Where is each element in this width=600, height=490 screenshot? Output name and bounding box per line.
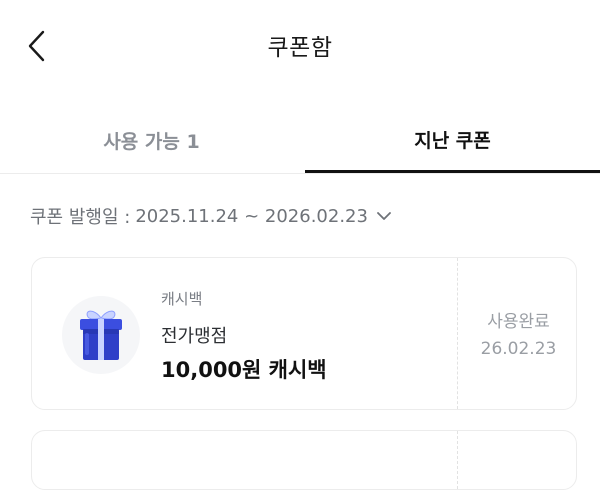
filter-label: 쿠폰 발행일 : bbox=[30, 207, 131, 228]
page-title: 쿠폰함 bbox=[267, 35, 333, 61]
tab-past-coupons[interactable]: 지난 쿠폰 bbox=[305, 108, 600, 173]
issue-date-filter[interactable]: 쿠폰 발행일 : 2025.11.24 ~ 2026.02.23 bbox=[30, 203, 392, 229]
coupon-status: 사용완료 bbox=[487, 312, 550, 332]
coupon-store: 전가맹점 bbox=[161, 326, 228, 347]
tab-available[interactable]: 사용 가능 1 bbox=[0, 108, 303, 173]
coupon-amount: 10,000원 캐시백 bbox=[161, 358, 327, 382]
filter-date-range: 2025.11.24 ~ 2026.02.23 bbox=[135, 205, 368, 227]
coupon-used-date: 26.02.23 bbox=[480, 339, 557, 359]
coupon-card[interactable]: 캐시백 전가맹점 10,000원 캐시백 사용완료 26.02.23 bbox=[31, 257, 577, 410]
card-divider bbox=[457, 258, 458, 409]
coupon-category: 캐시백 bbox=[161, 290, 203, 308]
coupon-tabs: 사용 가능 1 지난 쿠폰 bbox=[0, 108, 600, 174]
card-divider bbox=[457, 431, 458, 489]
chevron-down-icon bbox=[376, 211, 392, 221]
gift-icon-badge bbox=[62, 296, 140, 374]
gift-icon bbox=[80, 310, 122, 360]
app-header: 쿠폰함 bbox=[0, 0, 600, 92]
coupon-card-partial[interactable] bbox=[31, 430, 577, 490]
